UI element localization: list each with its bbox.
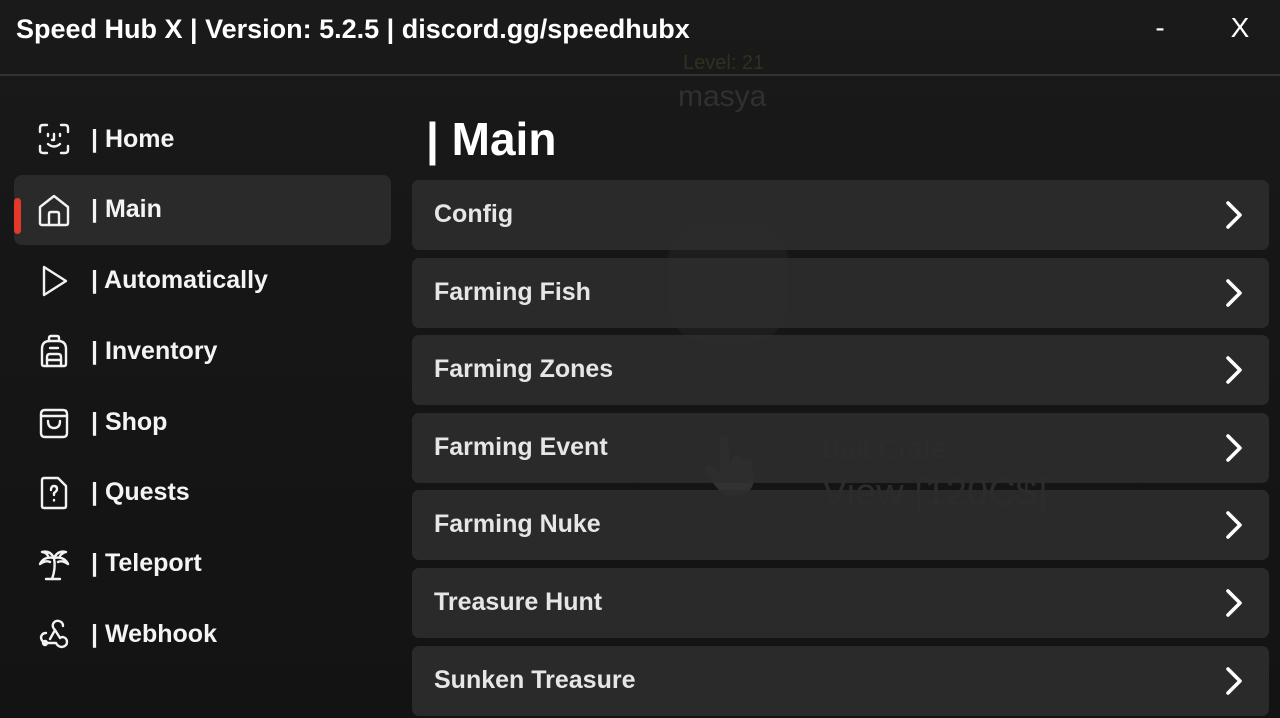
section-farming-nuke[interactable]: Farming Nuke bbox=[412, 490, 1269, 561]
section-label: Treasure Hunt bbox=[434, 587, 603, 616]
question-file-icon bbox=[36, 475, 72, 511]
sidebar-item-teleport[interactable]: | Teleport bbox=[14, 529, 391, 599]
sidebar-item-label: | Main bbox=[91, 195, 162, 224]
sidebar-item-label: | Teleport bbox=[91, 549, 202, 578]
sidebar-item-label: | Inventory bbox=[91, 336, 218, 365]
section-label: Farming Nuke bbox=[434, 510, 601, 539]
sidebar-item-quests[interactable]: | Quests bbox=[14, 458, 391, 528]
palm-tree-icon bbox=[36, 546, 72, 582]
sidebar-item-shop[interactable]: | Shop bbox=[14, 387, 391, 457]
title-bar: Speed Hub X | Version: 5.2.5 | discord.g… bbox=[0, 0, 1280, 76]
section-label: Farming Event bbox=[434, 432, 608, 461]
sidebar-item-home[interactable]: | Home bbox=[14, 104, 391, 174]
close-button[interactable]: X bbox=[1220, 12, 1260, 44]
chevron-right-icon bbox=[1217, 276, 1251, 310]
webhook-icon bbox=[36, 617, 72, 653]
sidebar-item-label: | Automatically bbox=[91, 266, 268, 295]
section-label: Config bbox=[434, 200, 514, 228]
page-title: | Main bbox=[426, 113, 557, 165]
window-title: Speed Hub X | Version: 5.2.5 | discord.g… bbox=[16, 14, 690, 44]
chevron-right-icon bbox=[1217, 431, 1251, 465]
section-label: Sunken Treasure bbox=[434, 665, 636, 694]
chevron-right-icon bbox=[1217, 198, 1251, 232]
sidebar-nav: | Home | Main | Automatically | Inventor… bbox=[14, 104, 391, 670]
minimize-button[interactable]: - bbox=[1140, 12, 1180, 44]
sidebar-item-label: | Webhook bbox=[91, 620, 217, 649]
section-config[interactable]: Config bbox=[412, 180, 1269, 250]
sidebar-item-webhook[interactable]: | Webhook bbox=[14, 600, 391, 670]
hub-window: Level: 21 masya Bait Crate View [120C$] … bbox=[0, 0, 1280, 718]
sidebar-item-inventory[interactable]: | Inventory bbox=[14, 316, 391, 386]
chevron-right-icon bbox=[1217, 353, 1251, 387]
play-icon bbox=[36, 263, 72, 299]
sidebar-item-label: | Quests bbox=[91, 478, 190, 507]
active-indicator bbox=[14, 197, 21, 234]
section-treasure-hunt[interactable]: Treasure Hunt bbox=[412, 567, 1269, 638]
sidebar-item-main[interactable]: | Main bbox=[14, 174, 391, 245]
sidebar-item-label: | Shop bbox=[91, 407, 168, 436]
home-icon bbox=[36, 192, 72, 228]
section-list: Config Farming Fish Farming Zones Farmin… bbox=[412, 180, 1269, 718]
chevron-right-icon bbox=[1217, 664, 1251, 698]
chevron-right-icon bbox=[1217, 586, 1251, 620]
section-label: Farming Zones bbox=[434, 355, 614, 384]
sidebar-item-label: | Home bbox=[91, 124, 175, 153]
section-label: Farming Fish bbox=[434, 277, 591, 306]
sidebar-item-automatically[interactable]: | Automatically bbox=[14, 246, 391, 316]
chevron-right-icon bbox=[1217, 508, 1251, 542]
section-sunken-treasure[interactable]: Sunken Treasure bbox=[412, 645, 1269, 716]
player-name-text: masya bbox=[678, 80, 767, 113]
section-farming-fish[interactable]: Farming Fish bbox=[412, 257, 1269, 328]
backpack-icon bbox=[36, 333, 72, 369]
shopping-bag-icon bbox=[36, 404, 72, 440]
section-farming-zones[interactable]: Farming Zones bbox=[412, 335, 1269, 406]
section-farming-event[interactable]: Farming Event bbox=[412, 412, 1269, 483]
face-scan-icon bbox=[36, 121, 72, 157]
